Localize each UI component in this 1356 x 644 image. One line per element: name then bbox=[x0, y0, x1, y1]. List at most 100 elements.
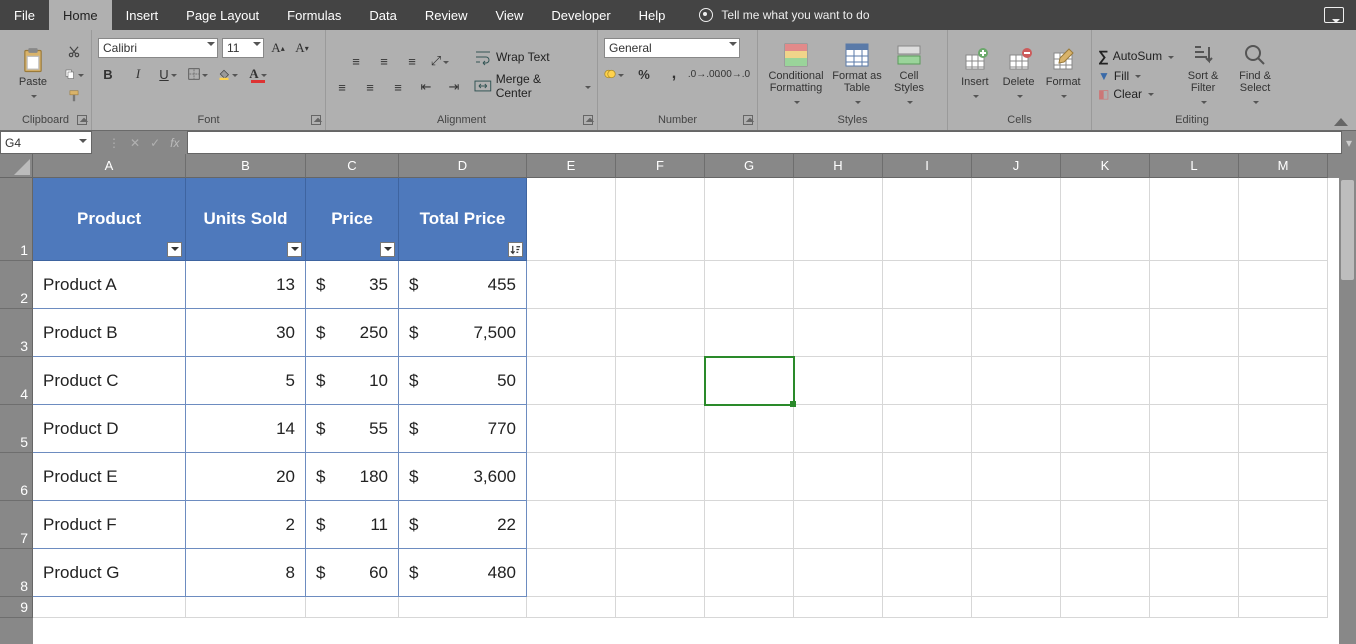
scroll-thumb[interactable] bbox=[1341, 180, 1354, 280]
cell-J6[interactable] bbox=[972, 453, 1061, 501]
cell-M3[interactable] bbox=[1239, 309, 1328, 357]
column-header-A[interactable]: A bbox=[33, 154, 186, 178]
tab-page-layout[interactable]: Page Layout bbox=[172, 0, 273, 30]
cell-I7[interactable] bbox=[883, 501, 972, 549]
cell-L5[interactable] bbox=[1150, 405, 1239, 453]
underline-button[interactable]: U bbox=[158, 64, 178, 84]
column-header-K[interactable]: K bbox=[1061, 154, 1150, 178]
tab-help[interactable]: Help bbox=[625, 0, 680, 30]
cell-D9[interactable] bbox=[399, 597, 527, 618]
column-header-G[interactable]: G bbox=[705, 154, 794, 178]
cell-H3[interactable] bbox=[794, 309, 883, 357]
row-header-4[interactable]: 4 bbox=[0, 357, 33, 405]
cell-H7[interactable] bbox=[794, 501, 883, 549]
table-data-cell[interactable]: 14 bbox=[186, 405, 306, 453]
cell-E1[interactable] bbox=[527, 178, 616, 261]
table-data-cell[interactable]: 20 bbox=[186, 453, 306, 501]
cell-G9[interactable] bbox=[705, 597, 794, 618]
cell-G6[interactable] bbox=[705, 453, 794, 501]
number-format-select[interactable]: General bbox=[604, 38, 740, 58]
cell-J9[interactable] bbox=[972, 597, 1061, 618]
decrease-decimal-button[interactable]: .00→.0 bbox=[724, 64, 744, 84]
cell-J7[interactable] bbox=[972, 501, 1061, 549]
vertical-scrollbar[interactable] bbox=[1339, 154, 1356, 644]
cell-G7[interactable] bbox=[705, 501, 794, 549]
table-data-cell[interactable]: $250 bbox=[306, 309, 399, 357]
tab-home[interactable]: Home bbox=[49, 0, 112, 30]
cell-E6[interactable] bbox=[527, 453, 616, 501]
column-header-L[interactable]: L bbox=[1150, 154, 1239, 178]
table-data-cell[interactable]: 5 bbox=[186, 357, 306, 405]
cell-L4[interactable] bbox=[1150, 357, 1239, 405]
table-header-cell[interactable]: Total Price bbox=[399, 178, 527, 261]
cell-C9[interactable] bbox=[306, 597, 399, 618]
comments-icon[interactable] bbox=[1324, 7, 1344, 23]
accept-formula-button[interactable]: ✓ bbox=[150, 136, 160, 150]
expand-formula-bar-button[interactable]: ▾ bbox=[1342, 131, 1356, 154]
filter-button[interactable] bbox=[287, 242, 302, 257]
table-data-cell[interactable]: Product B bbox=[33, 309, 186, 357]
column-header-J[interactable]: J bbox=[972, 154, 1061, 178]
cell-K4[interactable] bbox=[1061, 357, 1150, 405]
cell-J4[interactable] bbox=[972, 357, 1061, 405]
cell-H1[interactable] bbox=[794, 178, 883, 261]
tab-file[interactable]: File bbox=[0, 0, 49, 30]
tell-me[interactable]: Tell me what you want to do bbox=[679, 0, 869, 30]
align-center-button[interactable]: ≡ bbox=[360, 77, 380, 97]
tab-insert[interactable]: Insert bbox=[112, 0, 173, 30]
cell-A9[interactable] bbox=[33, 597, 186, 618]
table-data-cell[interactable]: $770 bbox=[399, 405, 527, 453]
column-header-F[interactable]: F bbox=[616, 154, 705, 178]
table-data-cell[interactable]: 13 bbox=[186, 261, 306, 309]
table-data-cell[interactable]: Product D bbox=[33, 405, 186, 453]
row-header-9[interactable]: 9 bbox=[0, 597, 33, 618]
table-data-cell[interactable]: $3,600 bbox=[399, 453, 527, 501]
table-data-cell[interactable]: Product C bbox=[33, 357, 186, 405]
table-header-cell[interactable]: Product bbox=[33, 178, 186, 261]
format-cells-button[interactable]: Format bbox=[1041, 47, 1085, 102]
cell-M6[interactable] bbox=[1239, 453, 1328, 501]
cut-button[interactable] bbox=[64, 42, 84, 62]
align-top-button[interactable]: ≡ bbox=[346, 51, 366, 71]
cell-M8[interactable] bbox=[1239, 549, 1328, 597]
cell-F3[interactable] bbox=[616, 309, 705, 357]
tab-developer[interactable]: Developer bbox=[537, 0, 624, 30]
table-data-cell[interactable]: $55 bbox=[306, 405, 399, 453]
tab-view[interactable]: View bbox=[481, 0, 537, 30]
cell-J2[interactable] bbox=[972, 261, 1061, 309]
cell-K5[interactable] bbox=[1061, 405, 1150, 453]
table-data-cell[interactable]: $11 bbox=[306, 501, 399, 549]
find-select-button[interactable]: Find & Select bbox=[1232, 41, 1278, 107]
column-header-M[interactable]: M bbox=[1239, 154, 1328, 178]
cell-H6[interactable] bbox=[794, 453, 883, 501]
dialog-launcher[interactable] bbox=[311, 115, 321, 125]
conditional-formatting-button[interactable]: Conditional Formatting bbox=[764, 41, 828, 107]
tab-formulas[interactable]: Formulas bbox=[273, 0, 355, 30]
italic-button[interactable]: I bbox=[128, 64, 148, 84]
table-data-cell[interactable]: $35 bbox=[306, 261, 399, 309]
cell-H9[interactable] bbox=[794, 597, 883, 618]
column-header-B[interactable]: B bbox=[186, 154, 306, 178]
delete-cells-button[interactable]: Delete bbox=[998, 47, 1040, 102]
cell-F9[interactable] bbox=[616, 597, 705, 618]
column-header-H[interactable]: H bbox=[794, 154, 883, 178]
table-data-cell[interactable]: Product F bbox=[33, 501, 186, 549]
cell-K6[interactable] bbox=[1061, 453, 1150, 501]
row-header-8[interactable]: 8 bbox=[0, 549, 33, 597]
cell-E3[interactable] bbox=[527, 309, 616, 357]
column-header-E[interactable]: E bbox=[527, 154, 616, 178]
paste-button[interactable]: Paste bbox=[6, 47, 60, 102]
dialog-launcher[interactable] bbox=[743, 115, 753, 125]
cell-G8[interactable] bbox=[705, 549, 794, 597]
cell-K3[interactable] bbox=[1061, 309, 1150, 357]
decrease-indent-button[interactable]: ⇤ bbox=[416, 77, 436, 97]
cell-J1[interactable] bbox=[972, 178, 1061, 261]
cell-K8[interactable] bbox=[1061, 549, 1150, 597]
table-data-cell[interactable]: $60 bbox=[306, 549, 399, 597]
accounting-format-button[interactable] bbox=[604, 64, 624, 84]
font-color-button[interactable]: A bbox=[248, 64, 268, 84]
cell-H4[interactable] bbox=[794, 357, 883, 405]
fx-icon[interactable]: fx bbox=[170, 136, 179, 150]
clear-button[interactable]: ◧Clear bbox=[1098, 87, 1154, 101]
cell-E2[interactable] bbox=[527, 261, 616, 309]
